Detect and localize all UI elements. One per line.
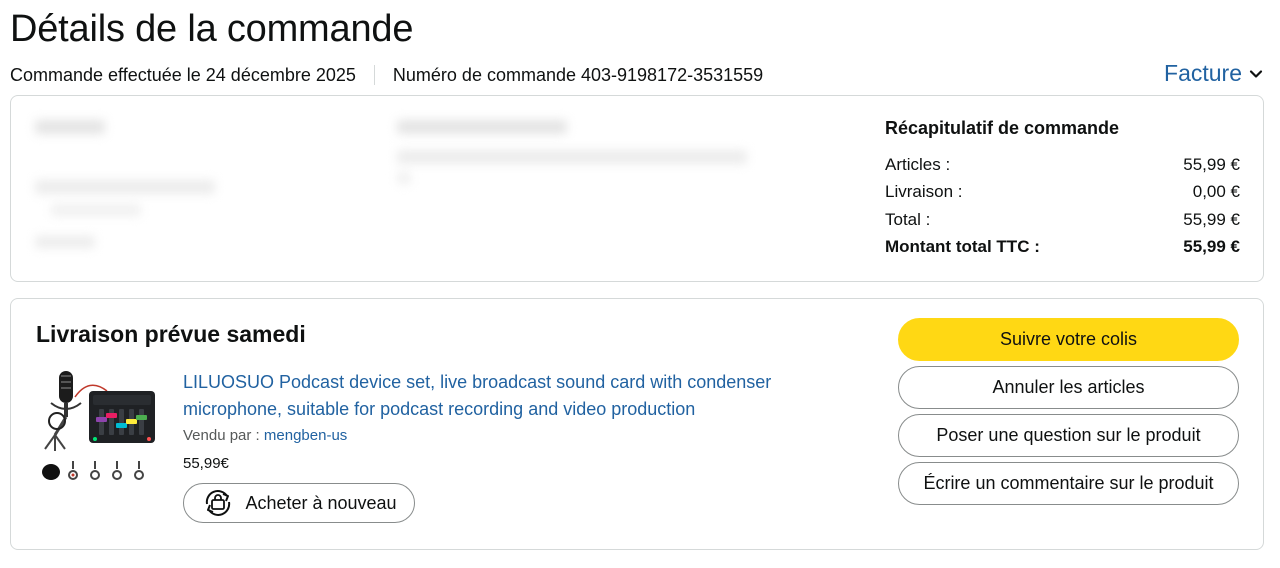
order-number: Numéro de commande 403-9198172-3531559 bbox=[392, 64, 764, 85]
product-title-link[interactable]: LILUOSUO Podcast device set, live broadc… bbox=[183, 369, 843, 423]
buy-again-button[interactable]: Acheter à nouveau bbox=[183, 483, 415, 523]
order-meta: Commande effectuée le 24 décembre 2025 N… bbox=[10, 63, 763, 87]
invoice-label: Facture bbox=[1164, 60, 1242, 86]
seller-link[interactable]: mengben-us bbox=[264, 427, 347, 444]
seller-info: Vendu par : mengben-us bbox=[183, 427, 347, 444]
cancel-items-button[interactable]: Annuler les articles bbox=[898, 366, 1239, 409]
divider bbox=[373, 65, 375, 85]
summary-label: Montant total TTC : bbox=[885, 237, 1040, 257]
order-date: Commande effectuée le 24 décembre 2025 bbox=[10, 64, 356, 85]
summary-title: Récapitulatif de commande bbox=[885, 118, 1120, 138]
track-package-button[interactable]: Suivre votre colis bbox=[898, 318, 1239, 361]
shipment-card: Livraison prévue samedi LILUOSUO Podcast… bbox=[10, 298, 1264, 550]
summary-row-items: Articles : 55,99 € bbox=[885, 151, 1240, 179]
product-price: 55,99€ bbox=[183, 455, 229, 472]
summary-value: 0,00 € bbox=[1192, 182, 1240, 202]
summary-value: 55,99 € bbox=[1183, 154, 1240, 174]
shipment-actions: Suivre votre colis Annuler les articles … bbox=[898, 318, 1239, 510]
page-title: Détails de la commande bbox=[10, 8, 414, 50]
summary-label: Articles : bbox=[885, 154, 951, 174]
summary-row-total: Total : 55,99 € bbox=[885, 206, 1240, 234]
summary-value: 55,99 € bbox=[1183, 237, 1240, 257]
ask-question-button[interactable]: Poser une question sur le produit bbox=[898, 414, 1239, 457]
buy-again-icon bbox=[206, 490, 231, 516]
delivery-status: Livraison prévue samedi bbox=[36, 321, 306, 347]
summary-row-grand-total: Montant total TTC : 55,99 € bbox=[885, 234, 1240, 262]
order-summary: Récapitulatif de commande Articles : 55,… bbox=[885, 118, 1240, 261]
summary-label: Total : bbox=[885, 209, 931, 229]
invoice-dropdown[interactable]: Facture bbox=[1164, 60, 1264, 87]
summary-value: 55,99 € bbox=[1183, 209, 1240, 229]
order-info-card: Récapitulatif de commande Articles : 55,… bbox=[10, 95, 1264, 282]
chevron-down-icon bbox=[1249, 69, 1263, 78]
summary-label: Livraison : bbox=[885, 182, 963, 202]
buy-again-label: Acheter à nouveau bbox=[245, 492, 397, 513]
product-image[interactable] bbox=[37, 367, 157, 489]
summary-row-shipping: Livraison : 0,00 € bbox=[885, 179, 1240, 207]
seller-prefix: Vendu par : bbox=[183, 427, 264, 444]
write-review-button[interactable]: Écrire un commentaire sur le produit bbox=[898, 462, 1239, 505]
